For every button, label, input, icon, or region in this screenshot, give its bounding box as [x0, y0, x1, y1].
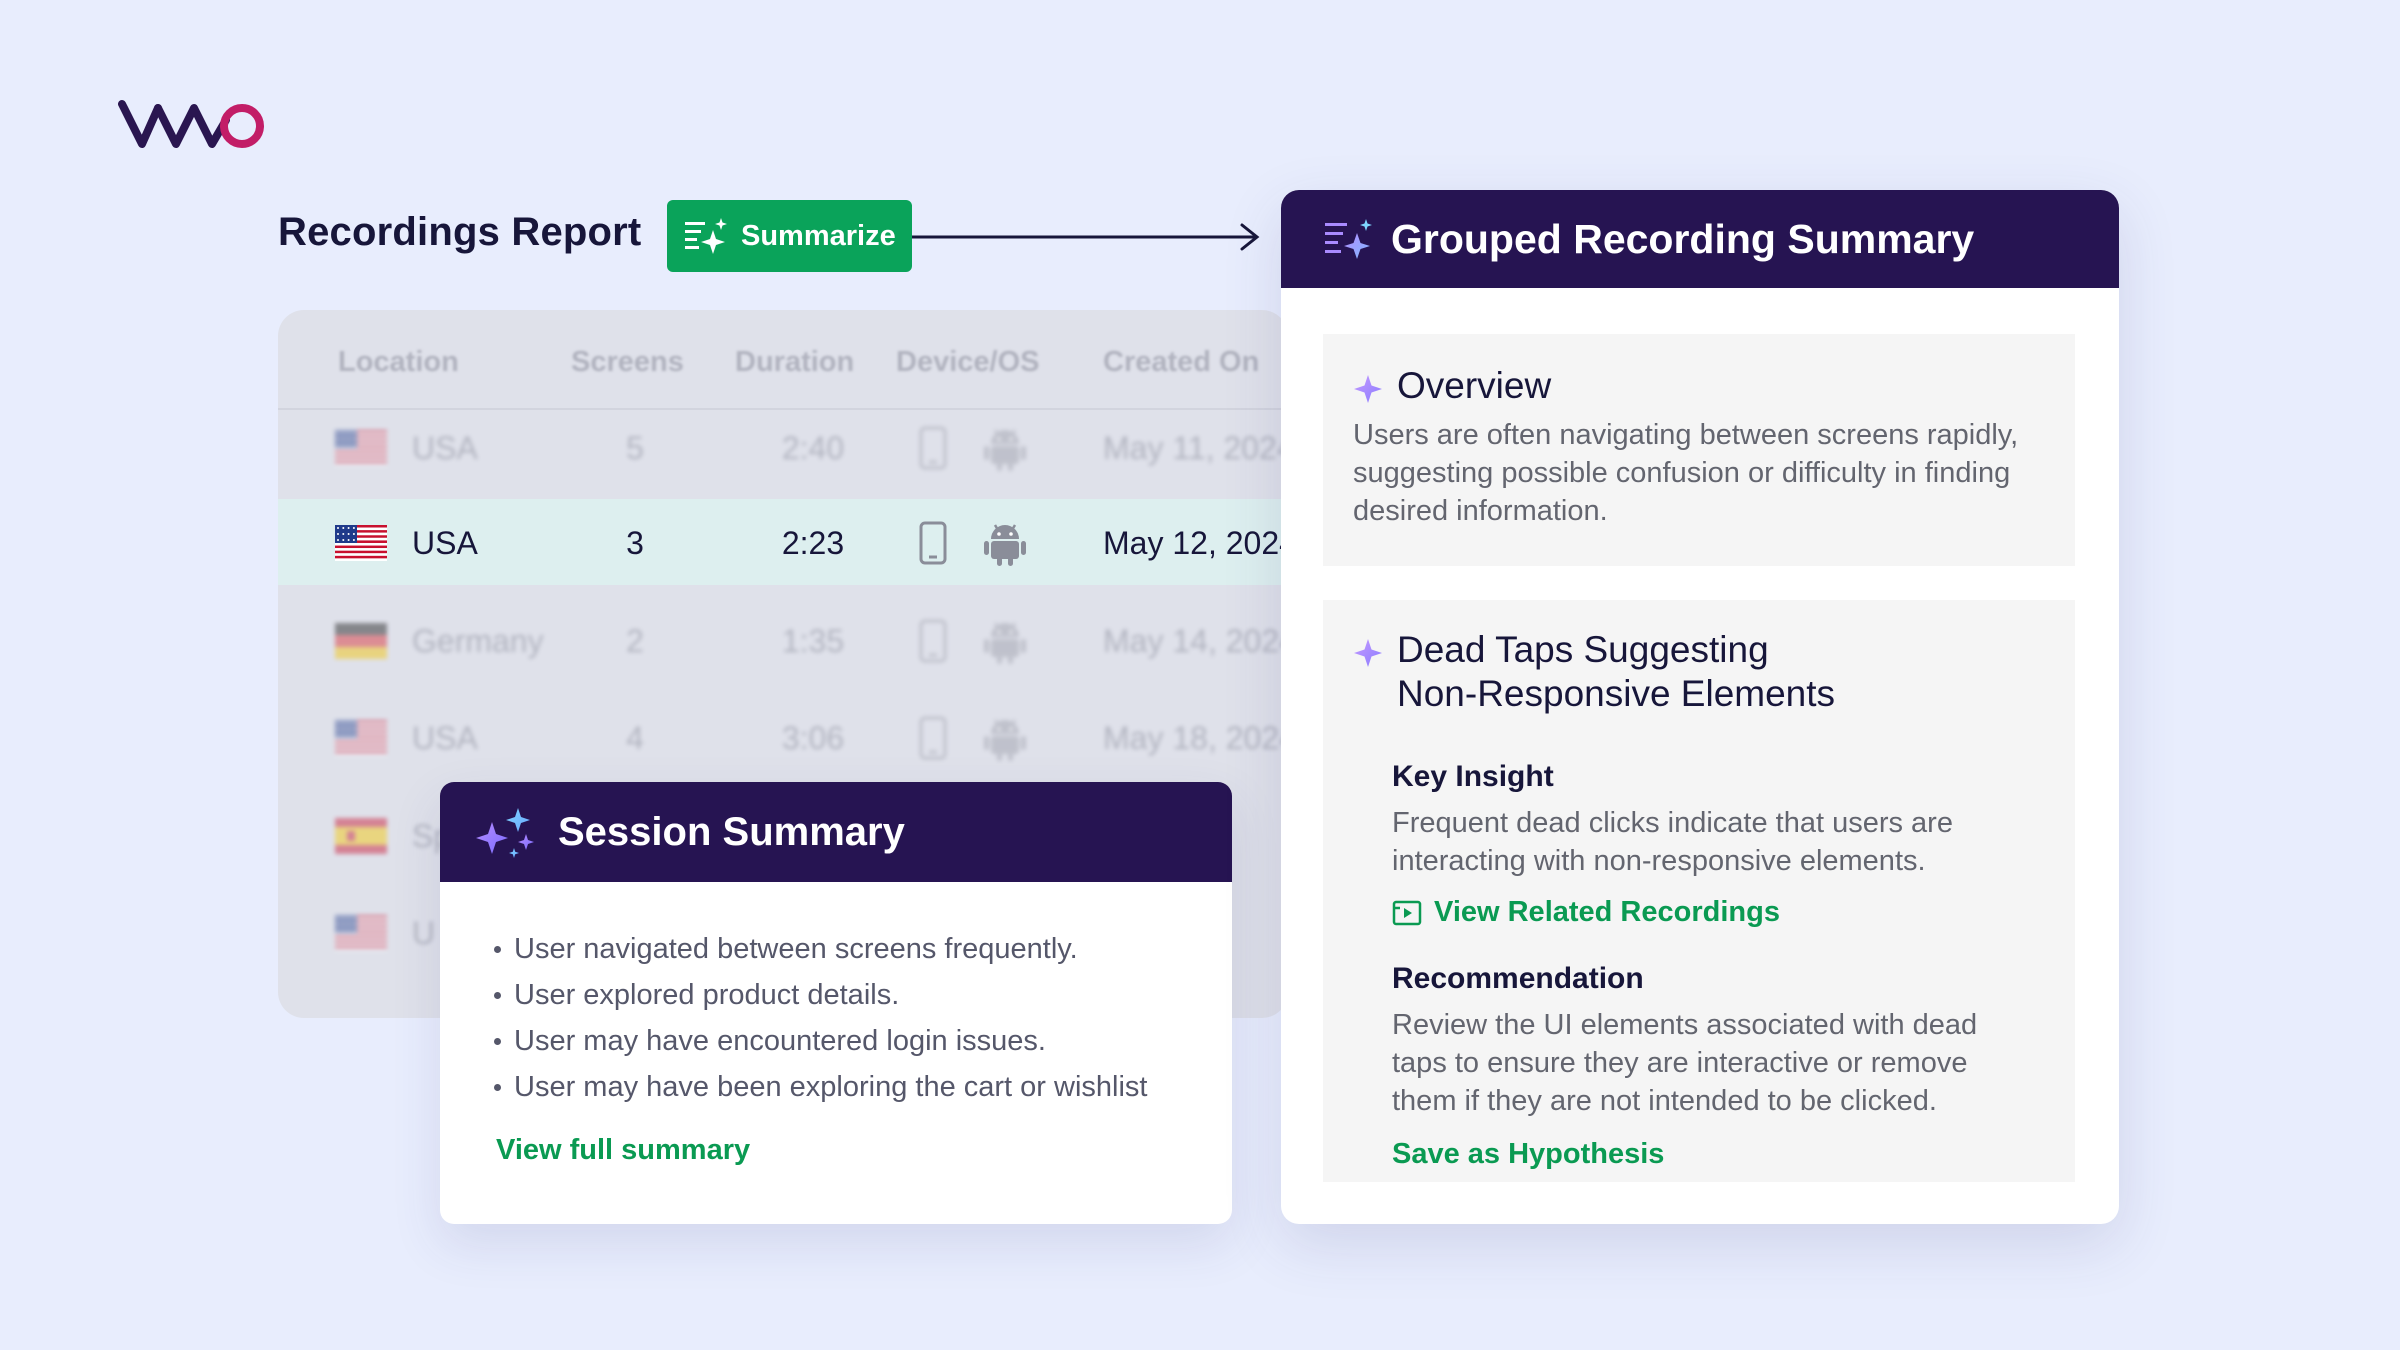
cell-location: U [412, 915, 436, 951]
cell-duration: 2:40 [781, 430, 845, 466]
overview-title: Overview [1397, 365, 1552, 406]
col-location[interactable]: Location [338, 346, 459, 379]
grouped-summary-header: Grouped Recording Summary [1281, 190, 2119, 288]
col-screens[interactable]: Screens [571, 346, 684, 379]
overview-line: desired information. [1353, 495, 1608, 527]
issue-title-line: Non-Responsive Elements [1397, 673, 1836, 714]
cell-screens: 4 [626, 720, 644, 756]
overview-line: suggesting possible confusion or difficu… [1353, 457, 2011, 489]
session-summary-title: Session Summary [558, 809, 905, 854]
table-row[interactable]: USA 4 3:06 May 18, 2024 [278, 694, 1288, 780]
recommendation-line: Review the UI elements associated with d… [1392, 1009, 1978, 1041]
mobile-phone-icon [918, 716, 948, 760]
mobile-phone-icon [918, 619, 948, 663]
recommendation-line: them if they are not intended to be clic… [1392, 1085, 1937, 1117]
table-row[interactable]: USA 5 2:40 May 11, 2024 [278, 404, 1288, 490]
cell-location: USA [412, 430, 478, 466]
sparkle-icon [1354, 375, 1382, 403]
cell-created-on: May 14, 2024 [1103, 623, 1288, 659]
summarize-button[interactable]: Summarize [667, 200, 912, 272]
view-related-recordings-label: View Related Recordings [1434, 896, 1780, 928]
ai-summary-icon [1325, 219, 1372, 259]
arrow-right-icon [912, 223, 1260, 251]
android-icon [983, 521, 1027, 567]
session-summary-card: Session Summary User navigated between s… [440, 782, 1232, 1224]
session-summary-header: Session Summary [440, 782, 1232, 882]
mobile-phone-icon [918, 521, 948, 565]
col-created-on[interactable]: Created On [1103, 346, 1259, 379]
list-item: User may have encountered login issues. [494, 1018, 1232, 1064]
grouped-summary-title: Grouped Recording Summary [1391, 215, 1975, 262]
flag-icon [335, 623, 387, 659]
video-play-icon [1392, 900, 1422, 925]
cell-screens: 3 [626, 525, 644, 561]
cell-location: Germany [412, 623, 544, 659]
cell-duration: 2:23 [781, 525, 845, 561]
recommendation-line: taps to ensure they are interactive or r… [1392, 1047, 1968, 1079]
overview-panel: Overview Users are often navigating betw… [1323, 334, 2075, 566]
cell-screens: 2 [626, 623, 644, 659]
flag-icon [335, 720, 387, 756]
summarize-label: Summarize [741, 219, 896, 252]
cell-created-on: May 11, 2024 [1103, 430, 1288, 466]
cell-duration: 3:06 [781, 720, 845, 756]
list-item: User explored product details. [494, 972, 1232, 1018]
save-as-hypothesis-link[interactable]: Save as Hypothesis [1392, 1138, 1664, 1171]
mobile-phone-icon [918, 426, 948, 470]
col-duration[interactable]: Duration [735, 346, 854, 379]
key-insight-line: interacting with non-responsive elements… [1392, 845, 1926, 877]
view-full-summary-link[interactable]: View full summary [496, 1134, 750, 1167]
key-insight-line: Frequent dead clicks indicate that users… [1392, 807, 1953, 839]
ai-summary-icon [685, 218, 727, 254]
sparkles-icon [476, 808, 534, 858]
dead-taps-panel: Dead Taps Suggesting Non-Responsive Elem… [1323, 600, 2075, 1182]
list-item: User navigated between screens frequentl… [494, 926, 1232, 972]
cell-location: USA [412, 720, 478, 756]
table-row[interactable]: Germany 2 1:35 May 14, 2024 [278, 597, 1288, 683]
flag-icon [335, 818, 387, 854]
grouped-summary-card: Grouped Recording Summary Overview Users… [1281, 190, 2119, 1224]
list-item: User may have been exploring the cart or… [494, 1064, 1232, 1110]
overview-line: Users are often navigating between scree… [1353, 419, 2019, 451]
table-header: Location Screens Duration Device/OS Crea… [278, 310, 1288, 410]
session-summary-list: User navigated between screens frequentl… [440, 882, 1232, 1110]
cell-location: USA [412, 525, 478, 561]
android-icon [983, 619, 1027, 665]
view-related-recordings-link[interactable]: View Related Recordings [1392, 896, 1780, 929]
android-icon [983, 716, 1027, 762]
issue-title-line: Dead Taps Suggesting [1397, 629, 1769, 670]
flag-icon [335, 525, 387, 561]
page-title: Recordings Report [278, 210, 642, 254]
cell-created-on: May 12, 2024 [1103, 525, 1288, 561]
table-row[interactable]: USA 3 2:23 May 12, 2024 [278, 499, 1288, 585]
vwo-logo [118, 100, 264, 148]
key-insight-label: Key Insight [1392, 760, 1554, 793]
recommendation-label: Recommendation [1392, 962, 1644, 995]
flag-icon [335, 915, 387, 951]
android-icon [983, 426, 1027, 472]
flag-icon [335, 430, 387, 466]
cell-screens: 5 [626, 430, 644, 466]
cell-created-on: May 18, 2024 [1103, 720, 1288, 756]
col-device-os[interactable]: Device/OS [896, 346, 1039, 379]
sparkle-icon [1354, 639, 1382, 667]
cell-duration: 1:35 [781, 623, 845, 659]
